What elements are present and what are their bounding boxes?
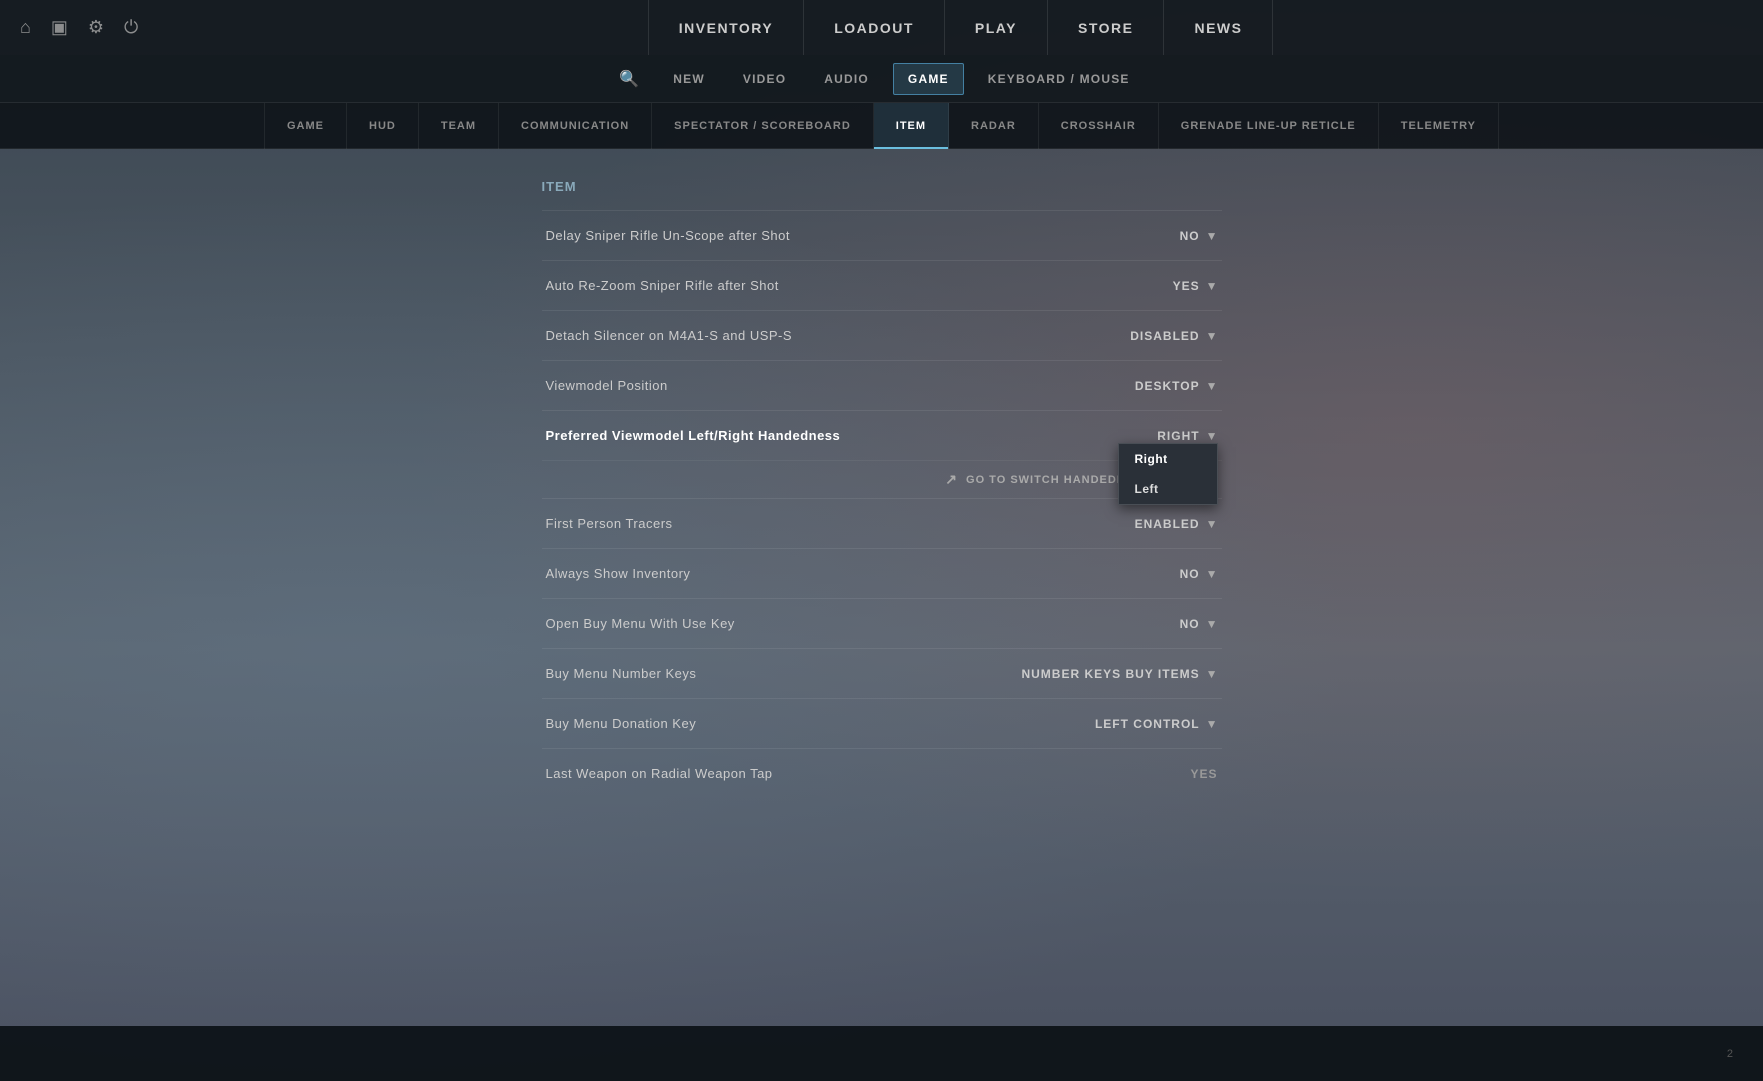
setting-value-preferred-handedness[interactable]: RIGHT ▼ Right Left	[1157, 429, 1217, 443]
setting-label-viewmodel-position: Viewmodel Position	[546, 378, 668, 393]
nav-inventory[interactable]: INVENTORY	[648, 0, 804, 55]
setting-row-preferred-handedness: Preferred Viewmodel Left/Right Handednes…	[542, 410, 1222, 460]
setting-label-always-show-inventory: Always Show Inventory	[546, 566, 691, 581]
setting-row-first-person-tracers: First Person Tracers ENABLED ▼	[542, 498, 1222, 548]
home-icon[interactable]: ⌂	[20, 17, 31, 38]
setting-label-buy-menu-number-keys: Buy Menu Number Keys	[546, 666, 697, 681]
setting-value-text-first-person-tracers: ENABLED	[1135, 517, 1200, 531]
chevron-down-icon-3: ▼	[1206, 329, 1218, 343]
chevron-down-icon-5: ▼	[1206, 429, 1218, 443]
setting-row-buy-menu-number-keys: Buy Menu Number Keys NUMBER KEYS BUY ITE…	[542, 648, 1222, 698]
setting-value-first-person-tracers[interactable]: ENABLED ▼	[1135, 517, 1218, 531]
setting-value-text-detach-silencer: DISABLED	[1130, 329, 1199, 343]
setting-row-last-weapon-radial: Last Weapon on Radial Weapon Tap YES	[542, 748, 1222, 798]
setting-value-text-delay-sniper: NO	[1180, 229, 1200, 243]
setting-value-open-buy-menu[interactable]: NO ▼	[1180, 617, 1218, 631]
setting-value-text-last-weapon-radial: YES	[1190, 767, 1217, 781]
chevron-down-icon-2: ▼	[1206, 279, 1218, 293]
settings-tab-spectator-scoreboard[interactable]: SPECTATOR / SCOREBOARD	[652, 103, 874, 149]
tab-new[interactable]: NEW	[659, 63, 719, 95]
chevron-down-icon: ▼	[1206, 229, 1218, 243]
nav-news[interactable]: NEWS	[1164, 0, 1273, 55]
settings-tab-radar[interactable]: RADAR	[949, 103, 1039, 149]
setting-value-text-open-buy-menu: NO	[1180, 617, 1200, 631]
tab-keyboard-mouse[interactable]: KEYBOARD / MOUSE	[974, 63, 1144, 95]
setting-label-preferred-handedness: Preferred Viewmodel Left/Right Handednes…	[546, 428, 841, 443]
setting-row-delay-sniper: Delay Sniper Rifle Un-Scope after Shot N…	[542, 210, 1222, 260]
setting-value-viewmodel-position[interactable]: DESKTOP ▼	[1135, 379, 1218, 393]
setting-row-detach-silencer: Detach Silencer on M4A1-S and USP-S DISA…	[542, 310, 1222, 360]
section-title: Item	[542, 179, 1222, 202]
settings-tab-hud[interactable]: HUD	[347, 103, 419, 149]
settings-tab-team[interactable]: TEAM	[419, 103, 499, 149]
nav-loadout[interactable]: LOADOUT	[804, 0, 945, 55]
setting-row-always-show-inventory: Always Show Inventory NO ▼	[542, 548, 1222, 598]
second-nav: 🔍 NEW VIDEO AUDIO GAME KEYBOARD / MOUSE	[0, 55, 1763, 103]
setting-row-open-buy-menu: Open Buy Menu With Use Key NO ▼	[542, 598, 1222, 648]
setting-label-first-person-tracers: First Person Tracers	[546, 516, 673, 531]
setting-value-detach-silencer[interactable]: DISABLED ▼	[1130, 329, 1217, 343]
content-area: Item Delay Sniper Rifle Un-Scope after S…	[0, 149, 1763, 828]
nav-store[interactable]: STORE	[1048, 0, 1164, 55]
setting-value-always-show-inventory[interactable]: NO ▼	[1180, 567, 1218, 581]
setting-row-buy-menu-donation-key: Buy Menu Donation Key LEFT CONTROL ▼	[542, 698, 1222, 748]
settings-nav: GAME HUD TEAM COMMUNICATION SPECTATOR / …	[0, 103, 1763, 149]
chevron-down-icon-9: ▼	[1206, 667, 1218, 681]
nav-icons: ⌂ ▣ ⚙ ⏻	[20, 17, 138, 38]
dropdown-option-right[interactable]: Right	[1119, 444, 1217, 474]
tab-game[interactable]: GAME	[893, 63, 964, 95]
gear-icon[interactable]: ⚙	[88, 17, 104, 38]
tv-icon[interactable]: ▣	[51, 17, 68, 38]
settings-tab-telemetry[interactable]: TELEMETRY	[1379, 103, 1499, 149]
setting-label-open-buy-menu: Open Buy Menu With Use Key	[546, 616, 735, 631]
setting-label-last-weapon-radial: Last Weapon on Radial Weapon Tap	[546, 766, 773, 781]
setting-row-auto-rezoom: Auto Re-Zoom Sniper Rifle after Shot YES…	[542, 260, 1222, 310]
power-icon[interactable]: ⏻	[124, 17, 138, 38]
setting-value-last-weapon-radial: YES	[1190, 767, 1217, 781]
setting-value-text-buy-menu-donation-key: LEFT CONTROL	[1095, 717, 1200, 731]
setting-value-text-buy-menu-number-keys: NUMBER KEYS BUY ITEMS	[1021, 667, 1199, 681]
setting-value-buy-menu-donation-key[interactable]: LEFT CONTROL ▼	[1095, 717, 1218, 731]
setting-value-text-preferred-handedness: RIGHT	[1157, 429, 1199, 443]
chevron-down-icon-6: ▼	[1206, 517, 1218, 531]
chevron-down-icon-8: ▼	[1206, 617, 1218, 631]
setting-row-viewmodel-position: Viewmodel Position DESKTOP ▼	[542, 360, 1222, 410]
setting-label-buy-menu-donation-key: Buy Menu Donation Key	[546, 716, 697, 731]
chevron-down-icon-7: ▼	[1206, 567, 1218, 581]
chevron-down-icon-4: ▼	[1206, 379, 1218, 393]
handedness-dropdown: Right Left	[1118, 443, 1218, 505]
external-link-icon: ↗	[945, 471, 958, 488]
settings-tab-grenade[interactable]: GRENADE LINE-UP RETICLE	[1159, 103, 1379, 149]
dropdown-option-left[interactable]: Left	[1119, 474, 1217, 504]
settings-tab-item[interactable]: ITEM	[874, 103, 949, 149]
setting-label-detach-silencer: Detach Silencer on M4A1-S and USP-S	[546, 328, 793, 343]
search-icon[interactable]: 🔍	[619, 69, 639, 89]
setting-value-buy-menu-number-keys[interactable]: NUMBER KEYS BUY ITEMS ▼	[1021, 667, 1217, 681]
main-nav: INVENTORY LOADOUT PLAY STORE NEWS	[178, 0, 1743, 55]
version-text: 2	[1727, 1048, 1733, 1060]
tab-audio[interactable]: AUDIO	[810, 63, 883, 95]
bottom-bar: 2	[0, 1026, 1763, 1081]
tab-video[interactable]: VIDEO	[729, 63, 800, 95]
setting-label-delay-sniper: Delay Sniper Rifle Un-Scope after Shot	[546, 228, 790, 243]
settings-tab-crosshair[interactable]: CROSSHAIR	[1039, 103, 1159, 149]
settings-tab-communication[interactable]: COMMUNICATION	[499, 103, 652, 149]
setting-value-text-auto-rezoom: YES	[1173, 279, 1200, 293]
setting-value-text-always-show-inventory: NO	[1180, 567, 1200, 581]
setting-value-delay-sniper[interactable]: NO ▼	[1180, 229, 1218, 243]
settings-tab-game[interactable]: GAME	[264, 103, 347, 149]
settings-panel: Item Delay Sniper Rifle Un-Scope after S…	[542, 179, 1222, 798]
chevron-down-icon-10: ▼	[1206, 717, 1218, 731]
nav-play[interactable]: PLAY	[945, 0, 1048, 55]
setting-value-text-viewmodel-position: DESKTOP	[1135, 379, 1200, 393]
top-nav: ⌂ ▣ ⚙ ⏻ INVENTORY LOADOUT PLAY STORE NEW…	[0, 0, 1763, 55]
setting-value-auto-rezoom[interactable]: YES ▼	[1173, 279, 1218, 293]
setting-label-auto-rezoom: Auto Re-Zoom Sniper Rifle after Shot	[546, 278, 779, 293]
